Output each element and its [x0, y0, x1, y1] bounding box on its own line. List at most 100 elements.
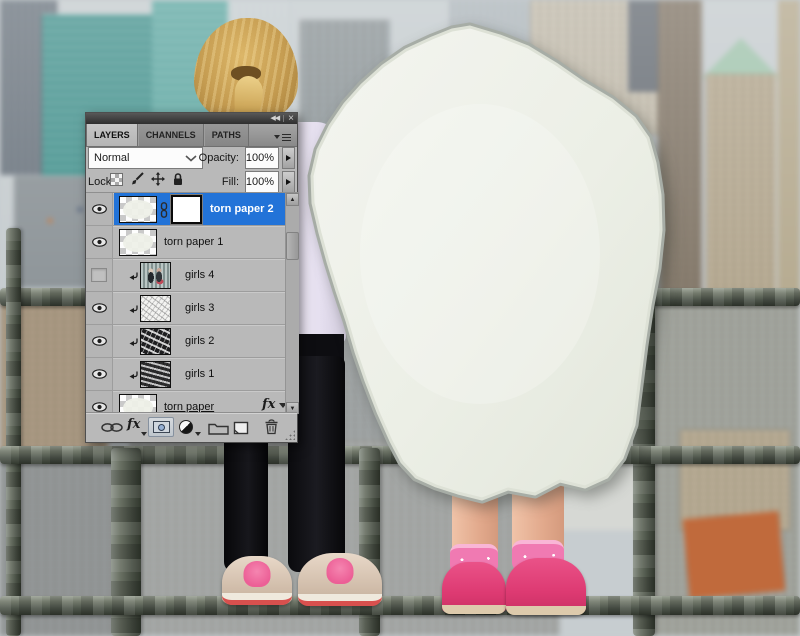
layer-row-body: girls 3: [114, 292, 285, 324]
new-adjustment-layer-icon[interactable]: [179, 420, 193, 434]
layer-name[interactable]: girls 1: [185, 368, 214, 380]
girl-right-shoe: [442, 562, 506, 614]
thumbnail-paper-preview: [123, 200, 153, 219]
layer-list: torn paper 2 torn paper 1 girls 4 girls …: [86, 192, 299, 414]
panel-resize-grip[interactable]: [285, 430, 295, 440]
delete-layer-trash-icon[interactable]: [264, 419, 279, 435]
layer-mask-thumbnail[interactable]: [170, 194, 203, 225]
adjustment-menu-triangle-icon: [195, 432, 201, 436]
girl-right-shoe: [506, 558, 586, 615]
layer-name[interactable]: girls 4: [185, 269, 214, 281]
tab-layers[interactable]: LAYERS: [86, 124, 138, 146]
layer-row-torn-paper-2[interactable]: torn paper 2: [86, 193, 285, 226]
eye-icon: [91, 369, 107, 379]
torn-paper-graphic: [307, 22, 666, 504]
eye-icon: [91, 402, 107, 412]
visibility-toggle[interactable]: [86, 325, 113, 357]
shoe-sole: [298, 594, 382, 606]
lock-transparency-icon[interactable]: [110, 172, 123, 186]
clipping-mask-arrow-icon: [129, 338, 138, 346]
lock-position-move-icon[interactable]: [151, 172, 165, 186]
lock-all-icon[interactable]: [172, 172, 184, 186]
shoe-heel-patch: [326, 558, 354, 584]
layer-thumbnail[interactable]: [140, 328, 171, 355]
clipping-mask-arrow-icon: [129, 272, 138, 280]
visibility-toggle[interactable]: [86, 391, 113, 414]
new-group-folder-icon[interactable]: [208, 421, 229, 435]
opacity-value-field[interactable]: 100%: [245, 147, 279, 169]
layer-name[interactable]: girls 2: [185, 335, 214, 347]
scrollbar-thumb[interactable]: [286, 232, 299, 260]
girl-left-shoe: [222, 556, 292, 605]
girl-left-shoe: [298, 553, 382, 606]
shoe-sole: [222, 593, 292, 605]
railing-bar-stand: [0, 596, 800, 615]
fill-value-field[interactable]: 100%: [245, 171, 279, 193]
shoe-accent: [518, 562, 566, 579]
add-layer-mask-button[interactable]: [148, 417, 174, 437]
layer-thumbnail[interactable]: [140, 361, 171, 388]
tab-channels[interactable]: CHANNELS: [137, 124, 204, 146]
eye-icon: [91, 303, 107, 313]
panel-footer: fx: [86, 412, 297, 442]
lock-pixels-brush-icon[interactable]: [130, 172, 144, 186]
panel-tabs: LAYERS CHANNELS PATHS: [86, 124, 297, 147]
shoe-heel-patch: [243, 561, 271, 587]
layer-row-torn-paper[interactable]: torn paper fx: [86, 391, 287, 414]
railing-post: [6, 228, 21, 636]
layer-row-girls-4[interactable]: girls 4: [86, 259, 285, 292]
layer-thumbnail[interactable]: [119, 229, 157, 256]
mask-rect-icon: [152, 421, 170, 433]
layer-row-girls-3[interactable]: girls 3: [86, 292, 285, 325]
link-layers-icon[interactable]: [101, 422, 123, 433]
eye-icon: [91, 336, 107, 346]
mask-link-chain-icon[interactable]: [159, 202, 169, 218]
visibility-toggle[interactable]: [86, 358, 113, 390]
layer-thumbnail[interactable]: [119, 196, 157, 223]
new-layer-icon[interactable]: [233, 420, 250, 435]
layer-list-scrollbar[interactable]: ▲ ▼: [285, 193, 299, 414]
opacity-label: Opacity:: [198, 152, 239, 164]
empty-visibility-well: [91, 268, 107, 282]
mask-circle-icon: [157, 423, 165, 431]
clipping-mask-arrow-icon: [129, 371, 138, 379]
clipping-mask-arrow-icon: [129, 305, 138, 313]
layer-style-fx-badge[interactable]: fx: [262, 397, 275, 412]
fx-menu-triangle-icon: [141, 432, 147, 436]
layer-row-body: torn paper 2: [114, 193, 285, 225]
layer-row-body: girls 1: [114, 358, 285, 390]
panel-menu-icon[interactable]: [274, 133, 291, 141]
thumbnail-paper-preview: [123, 233, 153, 252]
layer-thumbnail[interactable]: [140, 262, 171, 289]
layer-name[interactable]: torn paper 1: [164, 236, 223, 248]
panel-titlebar: ◀◀ ×: [86, 113, 297, 124]
visibility-toggle[interactable]: [86, 292, 113, 324]
layer-thumbnail[interactable]: [140, 295, 171, 322]
visibility-toggle[interactable]: [86, 259, 113, 291]
photoshop-workspace: ◀◀ × LAYERS CHANNELS PATHS Normal Opacit…: [0, 0, 800, 636]
layer-name[interactable]: torn paper 2: [210, 203, 274, 215]
opacity-spinner-button[interactable]: [282, 147, 295, 169]
blend-mode-value: Normal: [94, 152, 130, 164]
layer-row-body: torn paper 1: [114, 226, 285, 258]
lock-buttons: [110, 172, 184, 186]
visibility-toggle[interactable]: [86, 193, 113, 225]
layer-row-girls-1[interactable]: girls 1: [86, 358, 285, 391]
menu-triangle-icon: [274, 135, 280, 139]
layers-panel: ◀◀ × LAYERS CHANNELS PATHS Normal Opacit…: [85, 112, 299, 443]
add-layer-style-icon[interactable]: fx: [127, 417, 140, 432]
tab-paths[interactable]: PATHS: [203, 124, 249, 146]
shoe-sole: [506, 606, 586, 615]
scroll-up-button[interactable]: ▲: [286, 193, 299, 206]
visibility-toggle[interactable]: [86, 226, 113, 258]
titlebar-divider: [283, 115, 285, 122]
layer-row-body: girls 4: [114, 259, 285, 291]
layer-row-torn-paper-1[interactable]: torn paper 1: [86, 226, 285, 259]
close-panel-icon[interactable]: ×: [288, 113, 294, 123]
spinner-arrow-icon: [286, 179, 291, 185]
layer-name[interactable]: girls 3: [185, 302, 214, 314]
fill-spinner-button[interactable]: [282, 171, 295, 193]
layer-thumbnail[interactable]: [119, 394, 157, 414]
collapse-panel-icon[interactable]: ◀◀: [270, 115, 280, 122]
layer-row-girls-2[interactable]: girls 2: [86, 325, 285, 358]
